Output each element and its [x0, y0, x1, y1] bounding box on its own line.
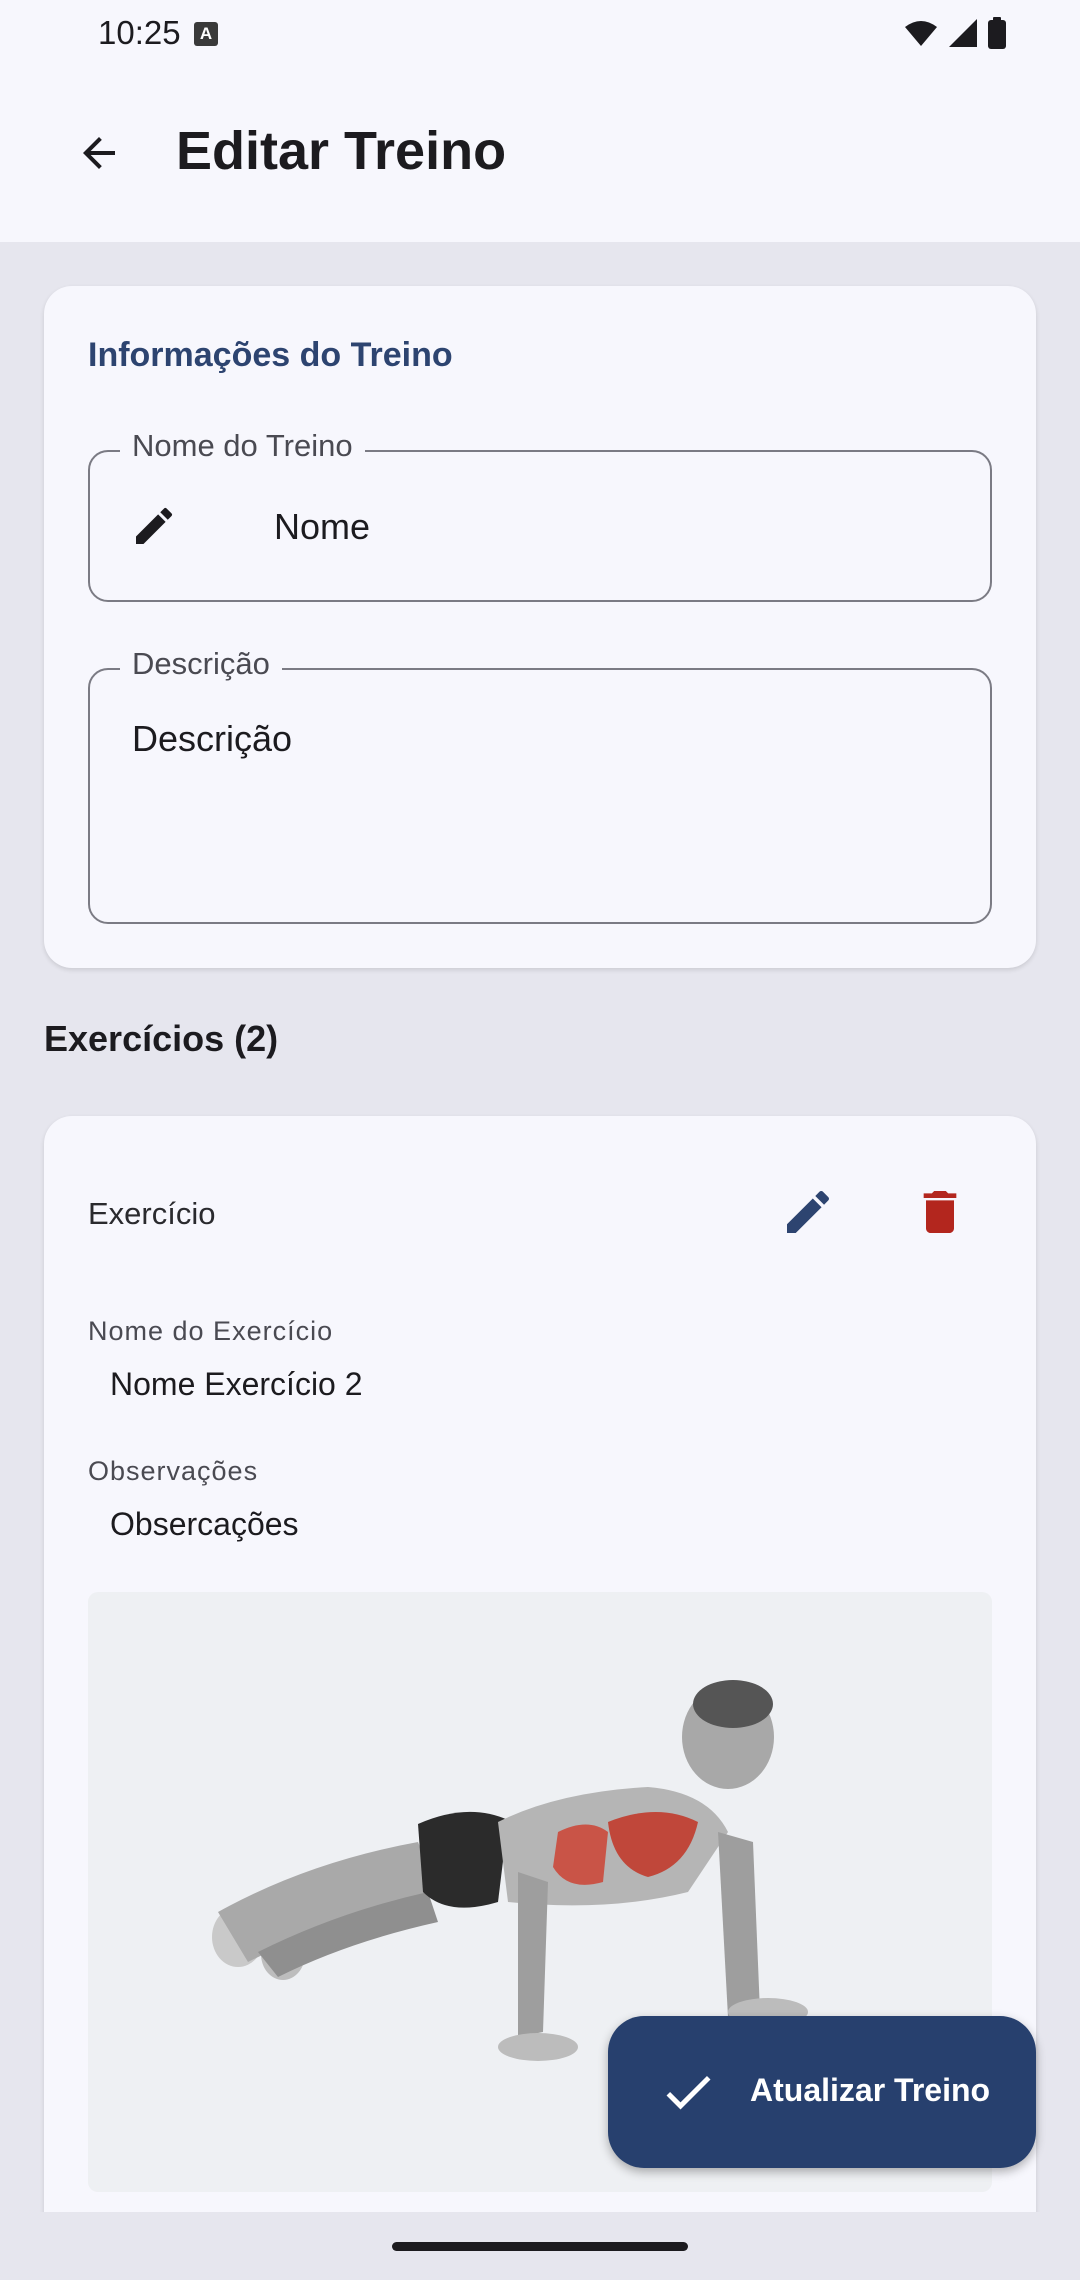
pencil-icon — [136, 507, 173, 544]
status-bar: 10:25 A — [0, 0, 1080, 66]
delete-exercise-button[interactable] — [904, 1176, 976, 1248]
workout-name-label: Nome do Treino — [120, 428, 365, 464]
check-icon — [666, 2075, 711, 2110]
notification-badge-icon: A — [194, 22, 218, 46]
exercises-heading: Exercícios (2) — [44, 1018, 279, 1059]
exercise-notes-label: Observações — [88, 1456, 259, 1486]
exercise-name-label: Nome do Exercício — [88, 1316, 334, 1346]
back-button[interactable] — [64, 118, 134, 188]
update-workout-button[interactable]: Atualizar Treino — [608, 2016, 1036, 2168]
workout-name-field[interactable]: Nome do Treino Nome — [88, 428, 992, 602]
battery-icon — [988, 17, 1006, 49]
wifi-icon — [905, 21, 937, 46]
home-indicator[interactable] — [392, 2242, 688, 2251]
exercise-card-title: Exercício — [88, 1196, 216, 1231]
trash-icon — [923, 1191, 957, 1233]
edit-exercise-button[interactable] — [772, 1176, 844, 1248]
navigation-bar — [0, 2212, 1080, 2280]
arrow-back-icon — [83, 137, 115, 169]
page-title: Editar Treino — [176, 121, 507, 181]
workout-name-value: Nome — [274, 506, 371, 547]
status-time: 10:25 — [98, 14, 181, 51]
info-card-title: Informações do Treino — [88, 336, 453, 374]
workout-description-value: Descrição — [132, 718, 293, 759]
exercise-name-value: Nome Exercício 2 — [110, 1366, 363, 1402]
edit-icon — [787, 1190, 830, 1233]
app-bar: Editar Treino — [0, 90, 1080, 210]
update-workout-label: Atualizar Treino — [750, 2072, 991, 2108]
workout-description-label: Descrição — [120, 646, 282, 682]
workout-description-field[interactable]: Descrição Descrição — [88, 646, 992, 924]
status-icons — [904, 17, 1006, 49]
signal-icon — [949, 19, 977, 47]
exercise-notes-value: Obsercações — [110, 1506, 299, 1542]
workout-info-card: Informações do Treino Nome do Treino Nom… — [44, 286, 1036, 968]
